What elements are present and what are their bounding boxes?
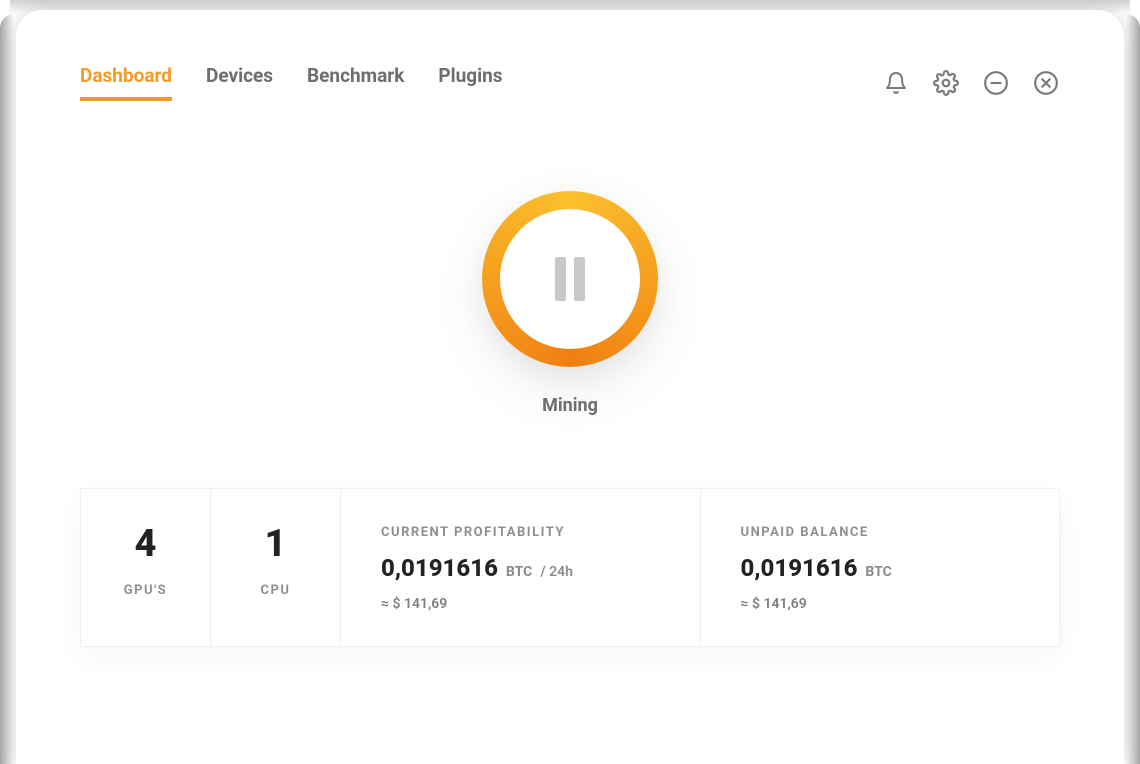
- tab-devices[interactable]: Devices: [206, 64, 273, 101]
- profitability-per: / 24h: [540, 564, 573, 580]
- gear-icon: [933, 70, 959, 96]
- cpu-count: 1: [231, 525, 320, 563]
- minimize-button[interactable]: [982, 69, 1010, 97]
- close-button[interactable]: [1032, 69, 1060, 97]
- stats-row: 4 GPU'S 1 CPU CURRENT PROFITABILITY 0,01…: [80, 488, 1060, 647]
- tab-benchmark[interactable]: Benchmark: [307, 64, 404, 101]
- tab-dashboard[interactable]: Dashboard: [80, 64, 172, 101]
- mining-toggle-button[interactable]: [482, 191, 658, 367]
- app-window: Dashboard Devices Benchmark Plugins: [16, 10, 1124, 764]
- bell-icon: [884, 71, 908, 95]
- balance-approx: ≈ $ 141,69: [741, 596, 1020, 612]
- tab-plugins[interactable]: Plugins: [438, 64, 502, 101]
- balance-btc-unit: BTC: [865, 564, 891, 580]
- settings-button[interactable]: [932, 69, 960, 97]
- mining-button-inner: [500, 209, 640, 349]
- cpu-label: CPU: [231, 583, 320, 598]
- nav-tabs: Dashboard Devices Benchmark Plugins: [80, 64, 503, 101]
- mining-status-label: Mining: [542, 395, 598, 416]
- close-icon: [1033, 70, 1059, 96]
- gpu-label: GPU'S: [101, 583, 190, 598]
- pause-icon: [555, 257, 585, 301]
- profitability-title: CURRENT PROFITABILITY: [381, 525, 660, 540]
- notifications-button[interactable]: [882, 69, 910, 97]
- top-nav: Dashboard Devices Benchmark Plugins: [80, 64, 1060, 101]
- minimize-icon: [983, 70, 1009, 96]
- window-controls: [882, 69, 1060, 97]
- profitability-card: CURRENT PROFITABILITY 0,0191616 BTC / 24…: [341, 489, 701, 646]
- profitability-btc-value: 0,0191616: [381, 554, 498, 582]
- balance-card: UNPAID BALANCE 0,0191616 BTC ≈ $ 141,69: [701, 489, 1060, 646]
- balance-btc-value: 0,0191616: [741, 554, 858, 582]
- profitability-approx: ≈ $ 141,69: [381, 596, 660, 612]
- mining-section: Mining: [80, 191, 1060, 416]
- balance-title: UNPAID BALANCE: [741, 525, 1020, 540]
- profitability-btc-unit: BTC: [506, 564, 532, 580]
- gpu-count: 4: [101, 525, 190, 563]
- gpu-card: 4 GPU'S: [81, 489, 211, 646]
- cpu-card: 1 CPU: [211, 489, 341, 646]
